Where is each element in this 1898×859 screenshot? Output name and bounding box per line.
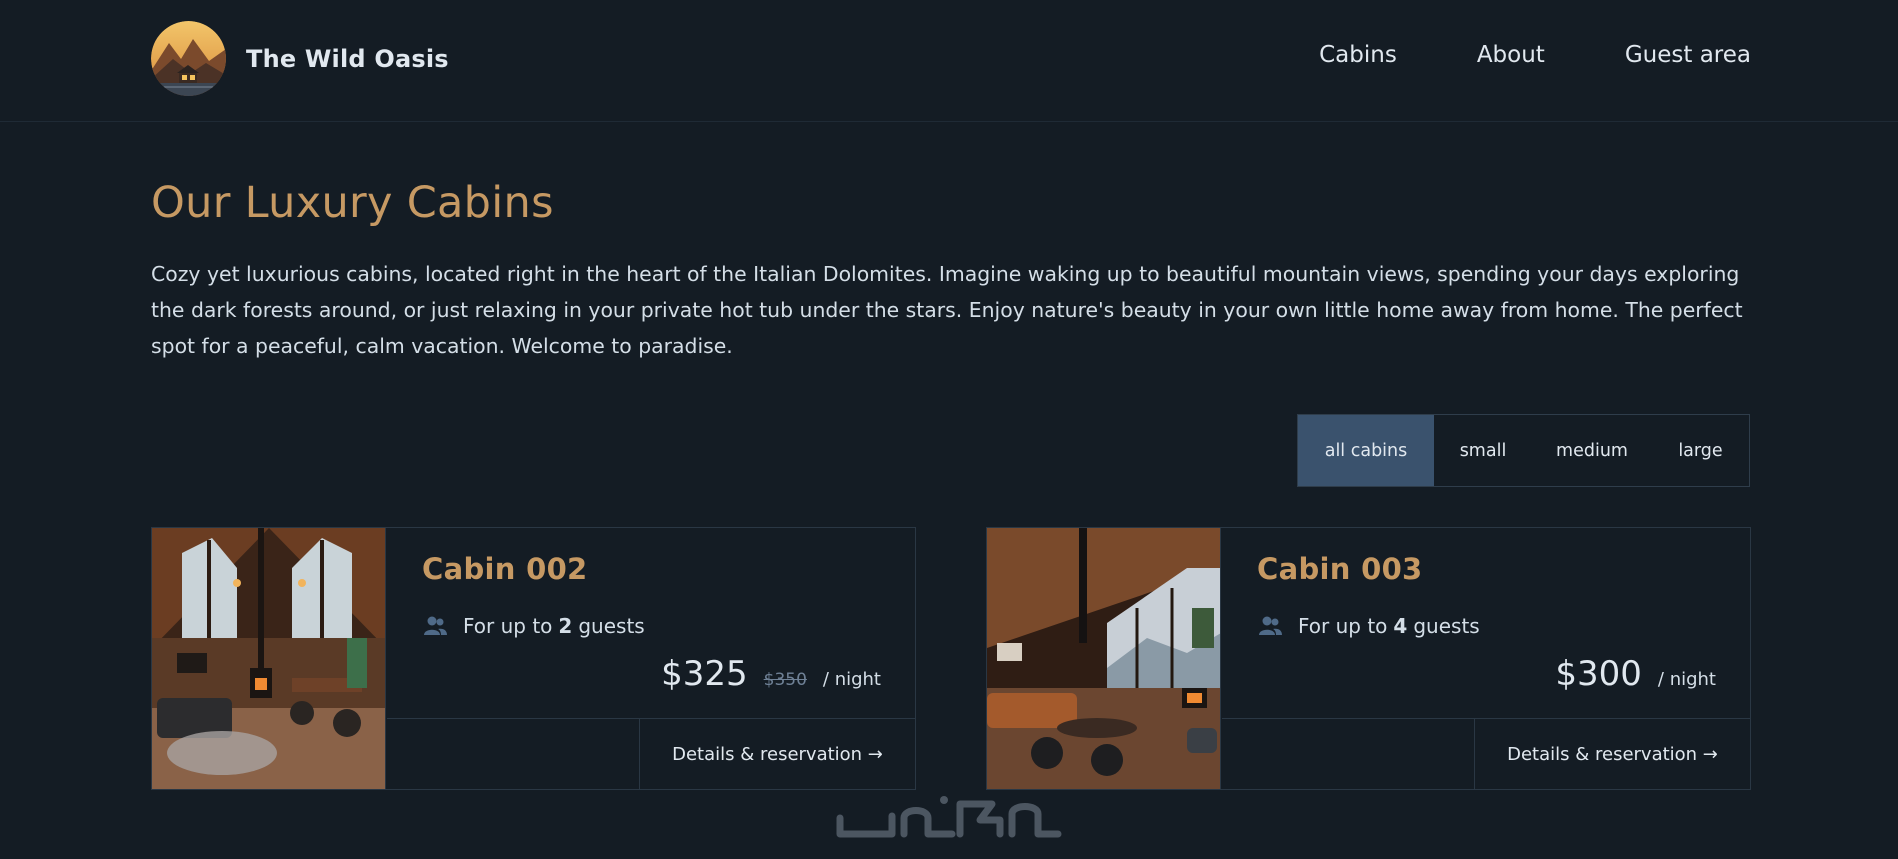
nav-guest-area[interactable]: Guest area [1625,42,1751,68]
cabin-photo [987,528,1221,789]
per-night-label: / night [1657,669,1716,690]
card-footer: Details & reservation → [1222,718,1750,790]
filter-medium[interactable]: medium [1532,415,1652,486]
capacity-suffix: guests [578,614,645,638]
main-nav: Cabins About Guest area [1319,42,1751,68]
brand-link[interactable]: The Wild Oasis [151,21,449,96]
cabin-price: $300 [1555,654,1642,694]
brand-name: The Wild Oasis [246,44,449,73]
filter-small[interactable]: small [1434,415,1532,486]
per-night-label: / night [822,669,881,690]
cabin-capacity: For up to 4 guests [1258,614,1480,638]
details-reservation-link[interactable]: Details & reservation → [1474,719,1750,790]
cabin-price: $325 [661,654,748,694]
cabin-card: Cabin 002 For up to 2 guests $325 $350 /… [151,527,916,790]
cabin-capacity: For up to 2 guests [423,614,645,638]
capacity-count: 2 [558,614,573,638]
details-reservation-link[interactable]: Details & reservation → [639,719,915,790]
capacity-prefix: For up to [1298,614,1388,638]
card-footer: Details & reservation → [387,718,915,790]
intro-text: Cozy yet luxurious cabins, located right… [151,262,1743,358]
users-icon [424,616,447,635]
nav-cabins[interactable]: Cabins [1319,42,1397,68]
capacity-suffix: guests [1413,614,1480,638]
cabin-name: Cabin 003 [1257,552,1423,586]
capacity-count: 4 [1393,614,1408,638]
cabin-card: Cabin 003 For up to 4 guests $300 / nigh… [986,527,1751,790]
cabin-name: Cabin 002 [422,552,588,586]
filter-large[interactable]: large [1652,415,1749,486]
filter-all-cabins[interactable]: all cabins [1298,415,1434,486]
price-row: $325 $350 / night [661,654,881,694]
capacity-prefix: For up to [463,614,553,638]
users-icon [1259,616,1282,635]
mountain-cabin-logo [151,21,226,96]
nav-about[interactable]: About [1477,42,1545,68]
cabin-size-filter: all cabins small medium large [1297,414,1750,487]
watermark-logo [836,796,1062,838]
site-header: The Wild Oasis Cabins About Guest area [0,0,1898,122]
page-title: Our Luxury Cabins [151,178,554,228]
price-row: $300 / night [1555,654,1716,694]
cabin-old-price: $350 [763,670,807,690]
cabin-photo [152,528,386,789]
